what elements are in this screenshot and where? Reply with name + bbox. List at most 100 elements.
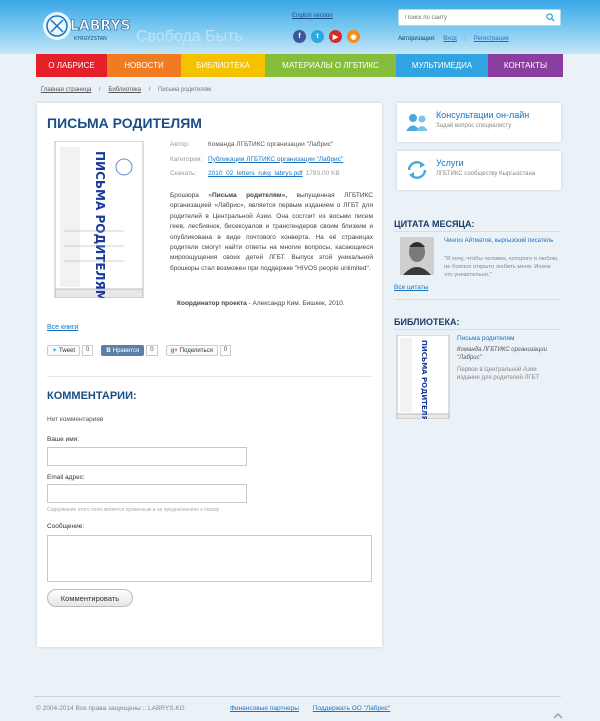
library-book-author: Команда ЛГБТИКС организации "Лабрис" xyxy=(457,347,547,361)
users-icon xyxy=(406,114,428,131)
main-nav: О Лабрисе Новости Библиотека Материалы о ЛГ… xyxy=(36,54,563,77)
divider xyxy=(394,299,561,300)
consult-title: Консультации он-лайн xyxy=(436,110,530,120)
coord-text: - Александр Ким. Бишкек, 2010. xyxy=(246,300,345,307)
coordinator-line: Координатор проекта - Александр Ким. Биш… xyxy=(177,300,345,307)
tweet-share: ✦ Tweet 0 xyxy=(47,345,94,356)
book-cover-title: ПИСЬМА РОДИТЕЛЯМ xyxy=(93,151,107,298)
search-box xyxy=(398,9,561,26)
book-description: Брошюра «Письма родителям», выпущенная Л… xyxy=(170,191,373,274)
divider xyxy=(47,376,372,377)
partners-link[interactable]: Финансовые партнеры xyxy=(230,705,299,712)
register-link[interactable]: Регистрация xyxy=(474,36,509,42)
divider xyxy=(394,329,561,330)
category-link[interactable]: Публикации ЛГБТИКС организации "Лабрис" xyxy=(208,156,343,171)
services-card[interactable]: Услуги ЛГБТИКС сообществу Кыргызстана xyxy=(397,151,561,190)
consult-sub: Задай вопрос специалисту xyxy=(436,123,512,129)
quote-heading: ЦИТАТА МЕСЯЦА: xyxy=(394,219,475,229)
auth-divider: | xyxy=(464,36,467,42)
facebook-icon[interactable]: f xyxy=(293,30,306,43)
vk-icon: B xyxy=(106,347,111,354)
breadcrumb-home[interactable]: Главная страница xyxy=(41,87,91,93)
auth-bar: Авторизация: Вход | Регистрация xyxy=(398,36,515,42)
breadcrumb: Главная страница / Библиотека / Письма р… xyxy=(41,87,211,93)
meta-category: Категория: Публикации ЛГБТИКС организаци… xyxy=(170,156,343,171)
rss-icon[interactable]: ◉ xyxy=(347,30,360,43)
article-panel: ПИСЬМА РОДИТЕЛЯМ ПИСЬМА РОДИТЕЛЯМ Автор:… xyxy=(37,103,382,647)
coord-label: Координатор проекта xyxy=(177,300,247,307)
copyright: © 2004-2014 Все права защищены :: LABRYS… xyxy=(36,705,185,712)
all-books-link[interactable]: Все книги xyxy=(47,324,78,331)
book-meta: Автор: Команда ЛГБТИКС организации "Лабр… xyxy=(170,141,343,185)
consult-card[interactable]: Консультации он-лайн Задай вопрос специа… xyxy=(397,103,561,142)
nav-item-3[interactable]: Материалы о ЛГБТИКС xyxy=(265,54,396,77)
nav-item-0[interactable]: О Лабрисе xyxy=(36,54,107,77)
tweet-label: Tweet xyxy=(59,347,76,354)
gplus-button[interactable]: g+ Поделиться xyxy=(165,345,218,356)
vk-count: 0 xyxy=(146,345,158,356)
quote-text: "Я хочу, чтобы человек, которого я люблю… xyxy=(444,256,559,278)
logo-text: LABRYS xyxy=(70,18,130,34)
desc-rest: выпущенная ЛГБТИКС организацией «Лабрис»… xyxy=(170,192,373,272)
meta-value: Команда ЛГБТИКС организации "Лабрис" xyxy=(208,141,334,148)
email-privacy-note: Содержание этого поля является приватным… xyxy=(47,507,220,513)
scroll-up-icon[interactable] xyxy=(553,711,563,721)
breadcrumb-separator: / xyxy=(148,87,151,93)
library-book-title[interactable]: Письма родителям xyxy=(457,335,514,342)
download-link[interactable]: 2010_02_letters_rukg_labrys.pdf xyxy=(208,170,303,185)
library-heading: БИБЛИОТЕКА: xyxy=(394,317,460,327)
vk-button[interactable]: B Нравится xyxy=(101,345,145,356)
desc-bold: Письма родителям», xyxy=(211,192,288,199)
auth-label: Авторизация: xyxy=(398,36,436,42)
breadcrumb-current: Письма родителям xyxy=(158,87,212,93)
social-links: f t ▶ ◉ xyxy=(293,30,360,43)
all-quotes-link[interactable]: Все цитаты xyxy=(394,284,428,291)
submit-comment-button[interactable]: Комментировать xyxy=(47,589,133,607)
book-cover-image: ПИСЬМА РОДИТЕЛЯМ xyxy=(54,141,144,298)
gplus-count: 0 xyxy=(219,345,232,356)
labrys-logo[interactable]: LABRYS KYRGYZSTAN xyxy=(40,6,130,46)
login-link[interactable]: Вход xyxy=(443,36,457,42)
desc-prefix: Брошюра « xyxy=(170,192,212,199)
breadcrumb-library[interactable]: Библиотека xyxy=(108,87,141,93)
message-label: Сообщение: xyxy=(47,523,85,530)
name-field[interactable] xyxy=(47,447,247,466)
google-plus-icon: g+ xyxy=(170,347,178,354)
site-header: LABRYS KYRGYZSTAN Свобода Быть English v… xyxy=(0,0,600,54)
footer-links: Финансовые партнеры Поддержать ОО "Лабри… xyxy=(230,705,402,712)
tweet-button[interactable]: ✦ Tweet xyxy=(47,345,81,356)
gplus-share: g+ Поделиться 0 xyxy=(165,345,232,356)
vk-label: Нравится xyxy=(112,347,140,354)
vk-share: B Нравится 0 xyxy=(101,345,158,356)
nav-item-5[interactable]: Контакты xyxy=(488,54,563,77)
footer-divider xyxy=(34,696,561,697)
author-photo xyxy=(400,237,434,275)
email-field[interactable] xyxy=(47,484,247,503)
breadcrumb-separator: / xyxy=(99,87,101,93)
services-sub: ЛГБТИКС сообществу Кыргызстана xyxy=(436,171,536,177)
library-book-cover[interactable]: ПИСЬМА РОДИТЕЛЯМ xyxy=(396,335,452,419)
page-title: ПИСЬМА РОДИТЕЛЯМ xyxy=(47,115,202,131)
lib-cover-title: ПИСЬМА РОДИТЕЛЯМ xyxy=(420,340,428,419)
english-version-link[interactable]: English version xyxy=(292,13,333,19)
logo-sub: KYRGYZSTAN xyxy=(74,36,107,42)
nav-item-1[interactable]: Новости xyxy=(107,54,181,77)
file-size: 1783.00 KB xyxy=(305,170,340,177)
tweet-count: 0 xyxy=(82,345,94,356)
twitter-bird-icon: ✦ xyxy=(52,348,58,354)
library-book-desc: Первое в Центральной Азии издание для ро… xyxy=(457,367,539,381)
support-link[interactable]: Поддержать ОО "Лабрис" xyxy=(313,705,391,712)
services-title: Услуги xyxy=(436,158,464,168)
message-field[interactable] xyxy=(47,535,372,582)
comments-heading: КОММЕНТАРИИ: xyxy=(47,390,137,402)
nav-item-4[interactable]: Мультимедиа xyxy=(396,54,488,77)
meta-label: Скачать: xyxy=(170,170,197,177)
nav-item-2[interactable]: Библиотека xyxy=(181,54,265,77)
meta-label: Категория: xyxy=(170,155,203,163)
twitter-icon[interactable]: t xyxy=(311,30,324,43)
search-input[interactable] xyxy=(399,10,539,25)
meta-download: Скачать: 2010_02_letters_rukg_labrys.pdf… xyxy=(170,170,343,185)
quote-author-link[interactable]: Чингиз Айтматов, кыргызский писатель xyxy=(444,237,559,245)
youtube-icon[interactable]: ▶ xyxy=(329,30,342,43)
search-icon[interactable] xyxy=(546,13,555,22)
